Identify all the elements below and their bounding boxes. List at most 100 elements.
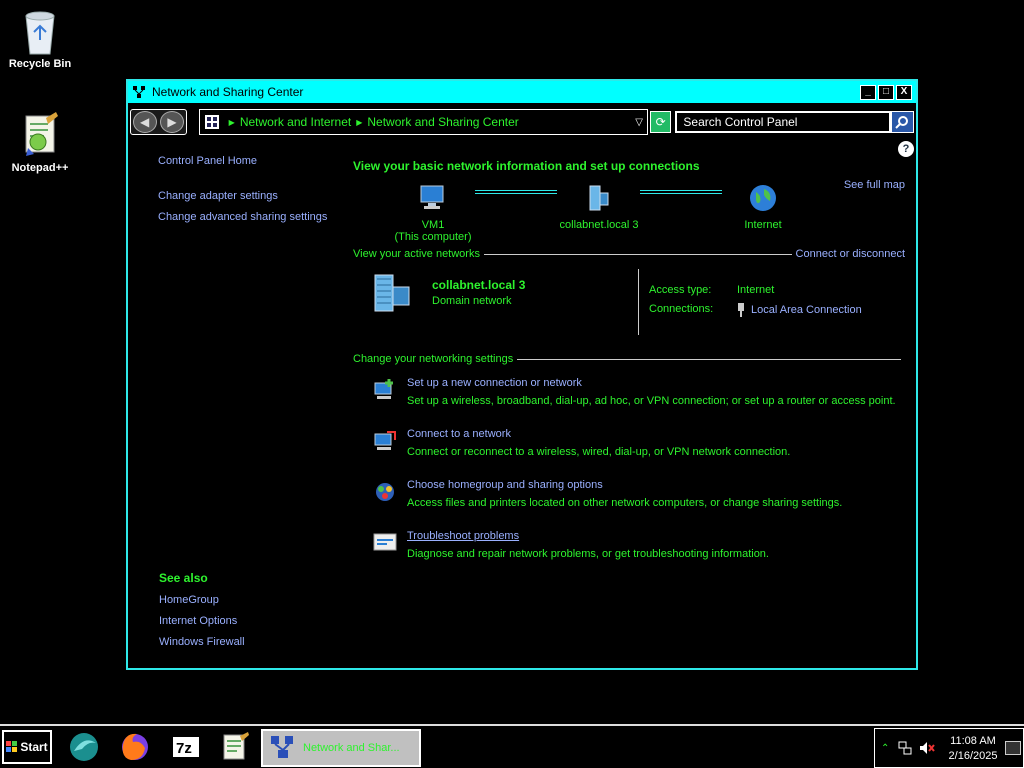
svg-text:7z: 7z: [176, 740, 192, 757]
networking-settings-label: Change your networking settings: [353, 353, 514, 365]
clock-time: 11:08 AM: [950, 735, 996, 747]
show-desktop-button[interactable]: [1005, 741, 1021, 755]
new-connection-icon: [373, 377, 397, 401]
system-tray: ⌃ 11:08 AM 2/16/2025: [874, 728, 1024, 768]
computer-sub: (This computer): [394, 231, 472, 243]
window-title: Network and Sharing Center: [152, 85, 304, 99]
taskbar-task-label: Network and Shar...: [303, 742, 400, 754]
active-network-name: collabnet.local 3: [432, 278, 526, 292]
taskbar-app-notepad-plus-plus[interactable]: [218, 730, 252, 764]
control-panel-home-link[interactable]: Control Panel Home: [158, 155, 257, 167]
troubleshoot-desc: Diagnose and repair network problems, or…: [407, 548, 769, 560]
access-type-value: Internet: [737, 284, 775, 296]
new-connection-desc: Set up a wireless, broadband, dial-up, a…: [407, 395, 896, 407]
local-area-connection-link[interactable]: Local Area Connection: [751, 304, 862, 316]
recycle-bin-label: Recycle Bin: [8, 58, 72, 70]
change-advanced-sharing-link[interactable]: Change advanced sharing settings: [158, 211, 327, 223]
start-button[interactable]: Start: [2, 730, 52, 764]
computer-name: VM1: [421, 219, 445, 231]
access-type-label: Access type:: [649, 284, 712, 296]
notepad-plus-plus-label: Notepad++: [11, 162, 69, 174]
search-input[interactable]: [675, 111, 891, 133]
start-label: Start: [20, 740, 48, 754]
internet-label: Internet: [744, 219, 782, 231]
connect-network-desc: Connect or reconnect to a wireless, wire…: [407, 446, 791, 458]
network-icon: [133, 86, 145, 98]
new-connection-link[interactable]: Set up a new connection or network: [407, 377, 582, 389]
active-networks-label: View your active networks: [353, 248, 480, 260]
windows-logo-icon: [6, 741, 18, 752]
taskbar-app-browser[interactable]: [67, 730, 101, 764]
network-status-icon[interactable]: [897, 741, 913, 755]
firefox-icon: [122, 733, 148, 760]
maximize-button[interactable]: □: [878, 84, 894, 100]
browser-icon: [70, 733, 98, 761]
clock-date: 2/16/2025: [948, 750, 998, 762]
network-map: VM1 (This computer) collabnet.local 3 In…: [353, 173, 905, 243]
help-icon[interactable]: ?: [898, 141, 914, 157]
map-node-network[interactable]: collabnet.local 3: [549, 183, 649, 231]
domain-network-icon: [584, 183, 614, 213]
volume-muted-icon[interactable]: [919, 741, 936, 755]
search-icon[interactable]: [890, 111, 914, 133]
close-button[interactable]: X: [896, 84, 912, 100]
refresh-button[interactable]: ⟳: [649, 111, 672, 133]
active-network-divider: [638, 269, 639, 335]
content-area: ? Control Panel Home Change adapter sett…: [128, 139, 916, 667]
homegroup-link[interactable]: HomeGroup: [159, 594, 245, 606]
forward-button[interactable]: ▶: [159, 111, 184, 133]
connections-value[interactable]: Local Area Connection: [737, 303, 862, 317]
map-link: [640, 190, 722, 194]
taskbar-app-firefox[interactable]: [118, 730, 152, 764]
active-network-type[interactable]: Domain network: [432, 295, 511, 307]
troubleshoot-icon: [373, 530, 397, 554]
page-heading: View your basic network information and …: [353, 159, 700, 173]
show-hidden-icons-icon[interactable]: ⌃: [881, 743, 889, 754]
title-bar[interactable]: Network and Sharing Center _ □ X: [128, 81, 916, 103]
recycle-bin-icon: [20, 8, 60, 56]
windows-firewall-link[interactable]: Windows Firewall: [159, 636, 245, 648]
control-panel-icon: [204, 115, 219, 129]
taskbar-app-7zip[interactable]: 7z: [169, 730, 203, 764]
connect-disconnect-link[interactable]: Connect or disconnect: [796, 248, 905, 260]
change-adapter-settings-link[interactable]: Change adapter settings: [158, 190, 278, 202]
chevron-down-icon[interactable]: ▽: [635, 117, 643, 128]
notepad-plus-plus-icon: [20, 112, 60, 160]
breadcrumb-network-internet[interactable]: Network and Internet: [240, 115, 351, 129]
taskbar-task-network-sharing[interactable]: Network and Shar...: [261, 729, 421, 767]
network-icon: [271, 736, 293, 758]
address-row: ◀ ▶ ▶ Network and Internet ▶ Network and…: [128, 107, 916, 137]
desktop-icon-recycle-bin[interactable]: Recycle Bin: [0, 8, 80, 70]
breadcrumb-separator-icon: ▶: [356, 117, 363, 127]
nav-buttons: ◀ ▶: [130, 109, 187, 135]
active-networks-section: View your active networks Connect or dis…: [353, 248, 905, 260]
breadcrumb-separator-icon: ▶: [228, 117, 235, 127]
network-name: collabnet.local 3: [559, 219, 639, 231]
globe-icon: [748, 183, 778, 213]
map-node-computer[interactable]: VM1 (This computer): [383, 183, 483, 243]
homegroup-icon: [373, 479, 397, 503]
breadcrumb-network-sharing[interactable]: Network and Sharing Center: [367, 115, 518, 129]
homegroup-options-link[interactable]: Choose homegroup and sharing options: [407, 479, 603, 491]
connect-network-link[interactable]: Connect to a network: [407, 428, 511, 440]
network-sharing-window: Network and Sharing Center _ □ X ◀ ▶ ▶ N…: [126, 79, 918, 670]
active-network: collabnet.local 3 Domain network Access …: [353, 269, 905, 335]
desktop-icon-notepad-plus-plus[interactable]: Notepad++: [0, 112, 80, 174]
section-divider: [483, 253, 792, 255]
connections-row: Connections: Local Area Connection: [649, 303, 862, 317]
access-type-row: Access type: Internet: [649, 284, 774, 296]
map-node-internet[interactable]: Internet: [713, 183, 813, 231]
clock[interactable]: 11:08 AM 2/16/2025: [941, 734, 1005, 764]
minimize-button[interactable]: _: [860, 84, 876, 100]
troubleshoot-link[interactable]: Troubleshoot problems: [407, 530, 519, 542]
back-button[interactable]: ◀: [132, 111, 157, 133]
ethernet-icon: [738, 303, 744, 317]
domain-network-icon: [373, 273, 419, 313]
networking-settings-section: Change your networking settings: [353, 353, 905, 365]
map-link: [475, 190, 557, 194]
internet-options-link[interactable]: Internet Options: [159, 615, 245, 627]
address-bar[interactable]: ▶ Network and Internet ▶ Network and Sha…: [198, 109, 648, 135]
notepad-plus-plus-icon: [223, 732, 249, 760]
connections-label: Connections:: [649, 303, 714, 315]
see-also-heading: See also: [159, 571, 208, 585]
